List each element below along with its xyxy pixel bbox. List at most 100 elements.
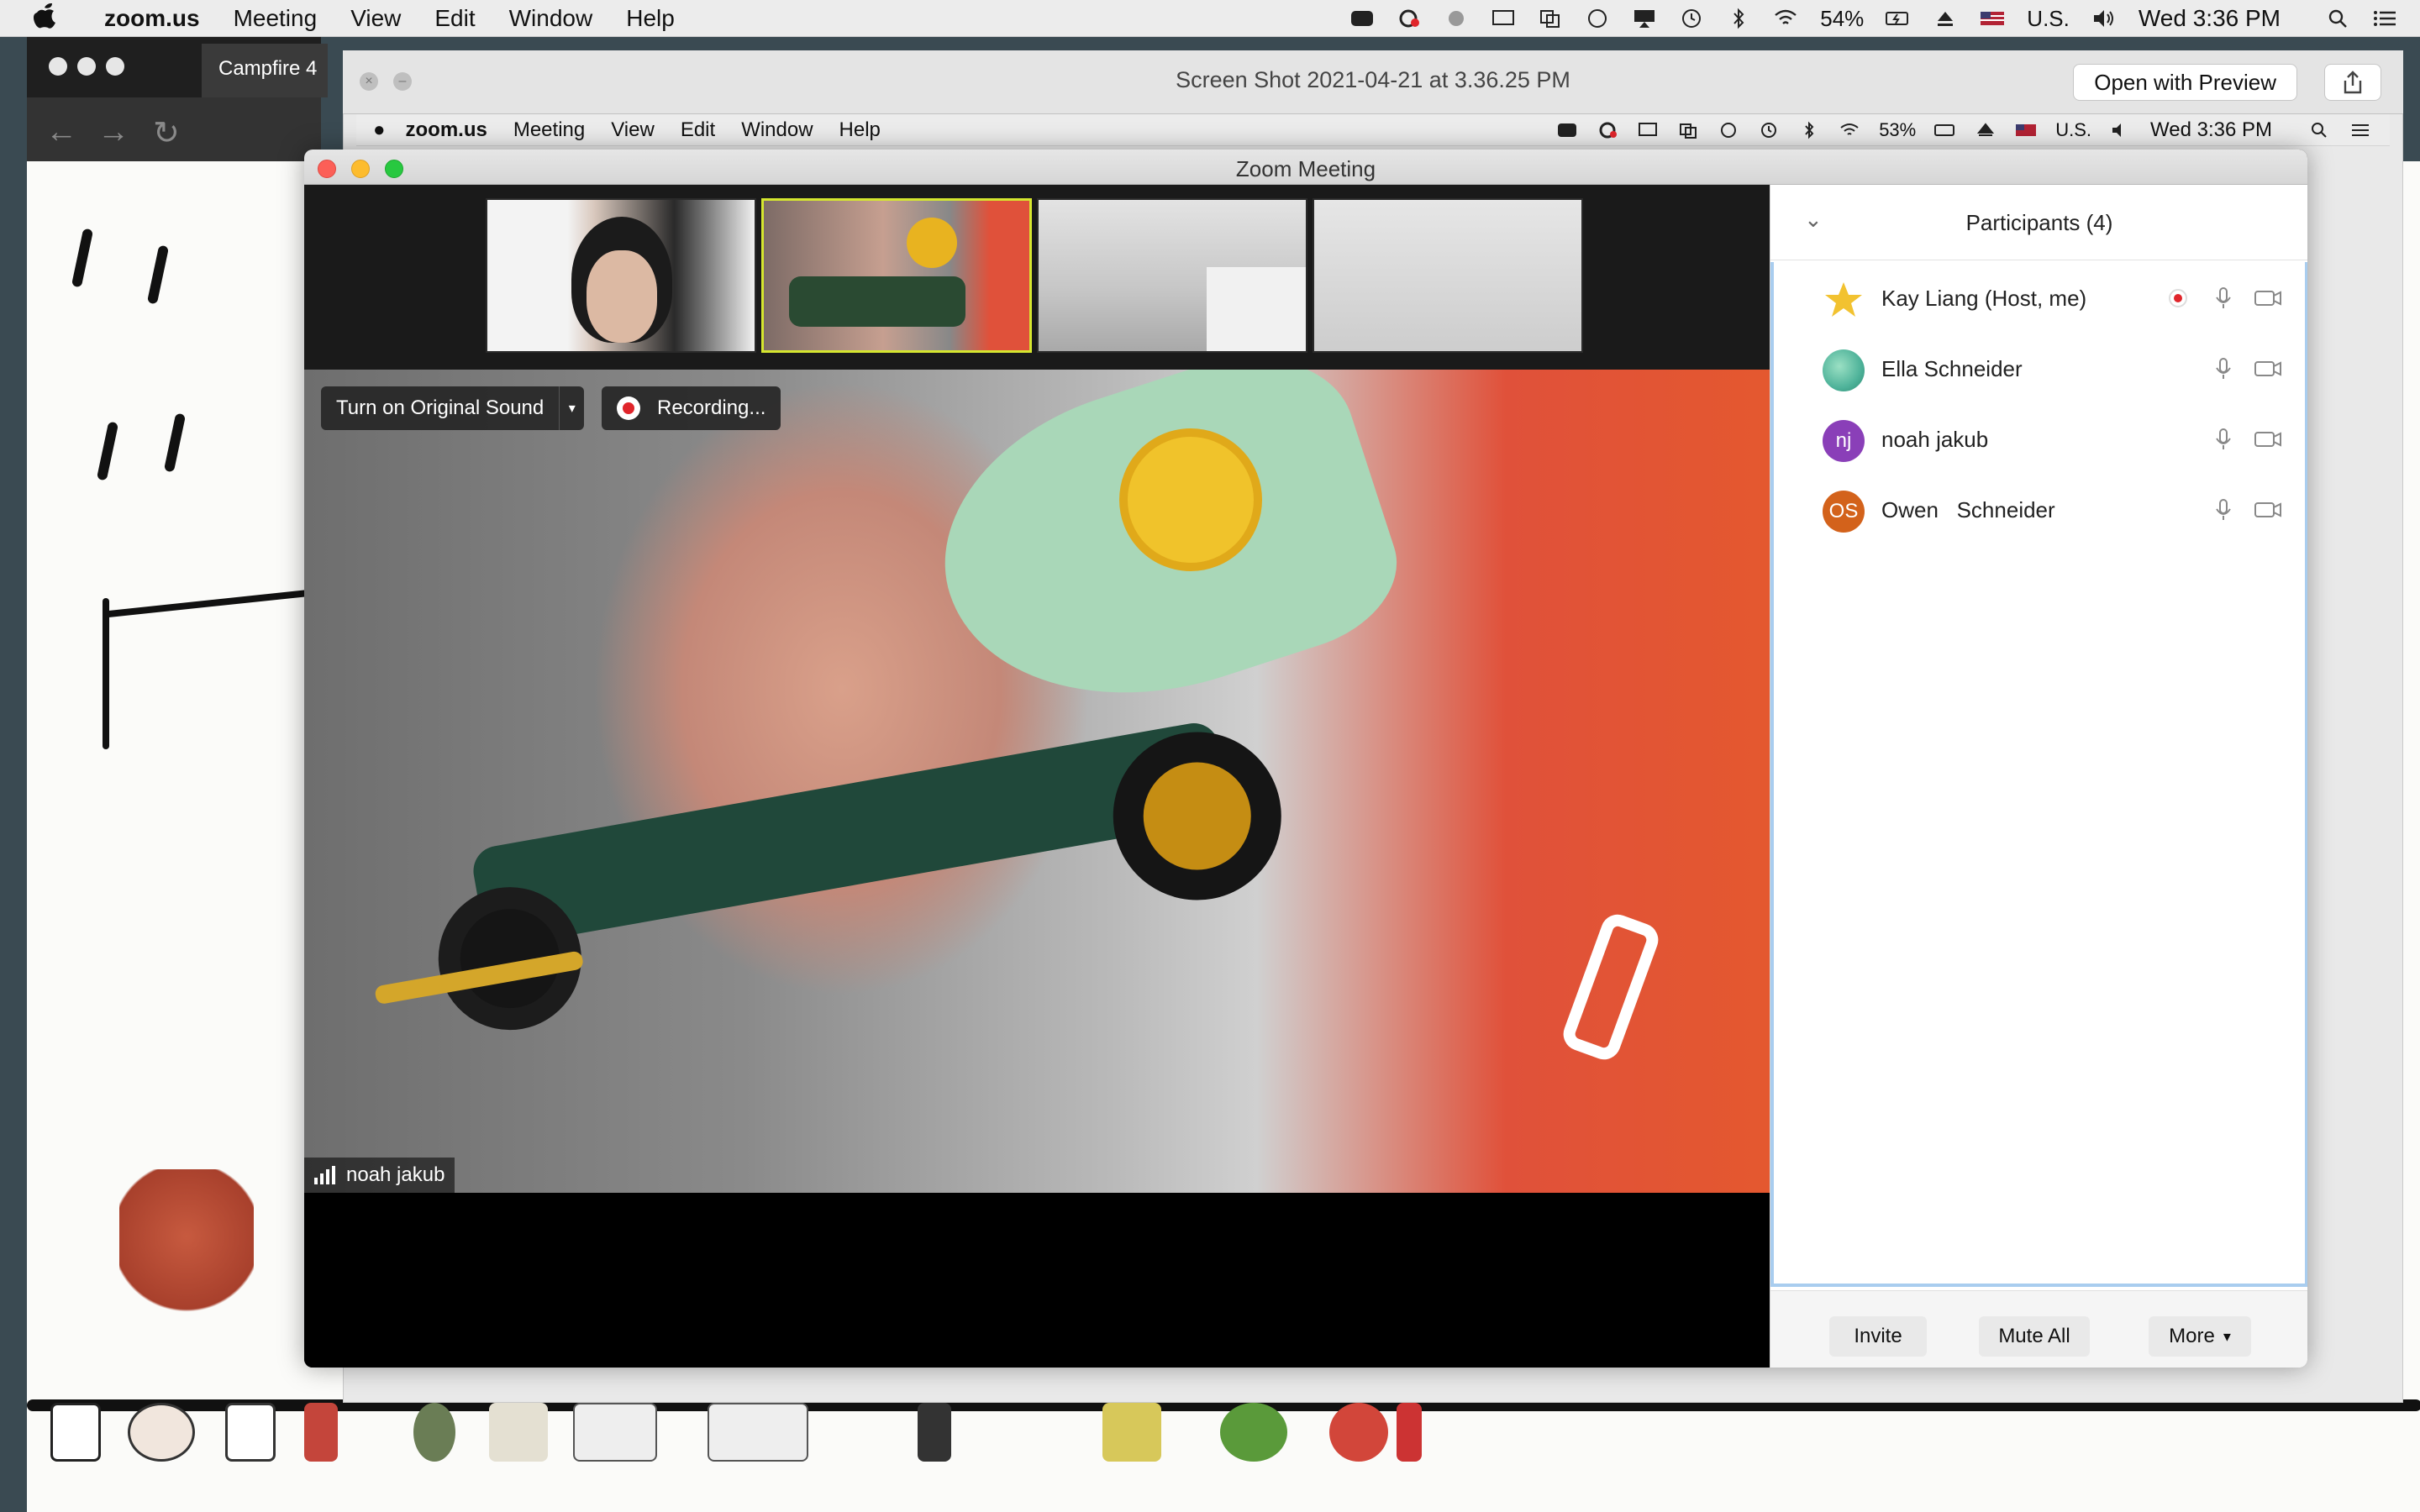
spotlight-search-icon[interactable]	[2326, 8, 2351, 29]
participant-name: Ella Schneider	[1881, 356, 2023, 381]
time-machine-icon[interactable]	[1679, 8, 1704, 29]
time-machine-icon[interactable]	[1758, 121, 1780, 139]
video-camera-icon[interactable]	[2253, 427, 2283, 452]
microphone-icon[interactable]	[2211, 286, 2236, 311]
mute-all-button[interactable]: Mute All	[1979, 1316, 2090, 1357]
airplay-icon[interactable]	[1632, 8, 1657, 29]
us-flag-icon[interactable]	[2015, 121, 2037, 139]
tool-sticker[interactable]	[918, 1403, 951, 1462]
volume-icon[interactable]	[2091, 8, 2117, 29]
reload-icon[interactable]: ↻	[153, 114, 180, 152]
inner-menu-meeting[interactable]: Meeting	[513, 118, 585, 142]
chevron-down-icon[interactable]: ▾	[559, 386, 584, 430]
microphone-icon[interactable]	[2211, 427, 2236, 452]
video-thumbnail[interactable]	[1313, 198, 1583, 353]
grammarly-icon[interactable]	[1444, 8, 1469, 29]
more-button[interactable]: More ▾	[2149, 1316, 2251, 1357]
participant-name: Kay Liang (Host, me)	[1881, 286, 2087, 311]
main-video-feed[interactable]	[304, 370, 1770, 1193]
note-sticker[interactable]	[573, 1403, 657, 1462]
inner-menubar: ● zoom.us Meeting View Edit Window Help …	[356, 114, 2390, 146]
wifi-icon[interactable]	[1839, 121, 1860, 139]
open-with-preview-button[interactable]: Open with Preview	[2073, 64, 2297, 101]
microphone-icon[interactable]	[2211, 356, 2236, 381]
board-sticker[interactable]	[1102, 1403, 1161, 1462]
do-not-disturb-icon[interactable]	[1585, 8, 1610, 29]
bluetooth-icon[interactable]	[1726, 8, 1751, 29]
browser-tab[interactable]: Campfire 4	[202, 44, 328, 97]
input-source-label[interactable]: U.S.	[2027, 6, 2070, 32]
participant-row[interactable]: OS Owen Schneider	[1774, 474, 2305, 544]
apple-menu-icon[interactable]	[32, 1, 66, 36]
battery-icon[interactable]	[1934, 121, 1956, 139]
video-thumbnail[interactable]	[486, 198, 756, 353]
recording-indicator-button[interactable]: Recording...	[602, 386, 781, 430]
creative-cloud-icon[interactable]	[1597, 121, 1618, 139]
menu-window[interactable]: Window	[509, 5, 593, 32]
menu-meeting[interactable]: Meeting	[234, 5, 318, 32]
zoom-status-icon[interactable]	[1349, 8, 1375, 29]
display-icon[interactable]	[1637, 121, 1659, 139]
note-sticker[interactable]	[708, 1403, 808, 1462]
window-icon[interactable]	[1538, 8, 1563, 29]
inner-clock[interactable]: Wed 3:36 PM	[2150, 118, 2272, 142]
participant-row[interactable]: nj noah jakub	[1774, 403, 2305, 474]
participants-panel: ⌄ Participants (4) Kay Liang (Host, me) …	[1770, 185, 2307, 1368]
microphone-icon[interactable]	[2211, 497, 2236, 522]
eject-icon[interactable]	[1975, 121, 1996, 139]
volume-icon[interactable]	[2110, 121, 2132, 139]
menu-app-name[interactable]: zoom.us	[104, 5, 200, 32]
minimize-window-button[interactable]	[77, 57, 96, 76]
video-camera-icon[interactable]	[2253, 286, 2283, 311]
ball-sticker[interactable]	[1329, 1403, 1388, 1462]
inner-menu-window[interactable]: Window	[741, 118, 813, 142]
turtle-sticker[interactable]	[1220, 1403, 1287, 1462]
menu-view[interactable]: View	[350, 5, 401, 32]
input-source-label[interactable]: U.S.	[2055, 119, 2091, 141]
notification-center-icon[interactable]	[2373, 8, 2398, 29]
share-button[interactable]	[2324, 64, 2381, 101]
display-icon[interactable]	[1491, 8, 1516, 29]
faces-sticker[interactable]	[128, 1403, 195, 1462]
window-icon[interactable]	[1677, 121, 1699, 139]
menu-help[interactable]: Help	[626, 5, 675, 32]
zoom-window-button[interactable]	[106, 57, 124, 76]
participant-row[interactable]: Kay Liang (Host, me)	[1774, 262, 2305, 333]
close-window-button[interactable]	[49, 57, 67, 76]
eject-icon[interactable]	[1933, 8, 1958, 29]
video-camera-icon[interactable]	[2253, 497, 2283, 522]
invite-button[interactable]: Invite	[1829, 1316, 1927, 1357]
raccoon-sticker[interactable]	[119, 1169, 254, 1337]
avatar: nj	[1823, 420, 1865, 462]
participant-row[interactable]: Ella Schneider	[1774, 333, 2305, 403]
inner-menu-view[interactable]: View	[611, 118, 655, 142]
menubar-clock[interactable]: Wed 3:36 PM	[2139, 5, 2281, 32]
back-arrow-icon[interactable]: ←	[45, 114, 77, 150]
forward-arrow-icon[interactable]: →	[97, 114, 129, 150]
inner-search-icon[interactable]	[2309, 121, 2331, 139]
inner-menu-edit[interactable]: Edit	[681, 118, 715, 142]
us-flag-icon[interactable]	[1980, 8, 2005, 29]
figure-sticker[interactable]	[225, 1403, 276, 1462]
dice-sticker[interactable]	[50, 1403, 101, 1462]
inner-menu-app[interactable]: zoom.us	[406, 118, 487, 142]
bottle-sticker[interactable]	[304, 1403, 338, 1462]
apple-menu-icon[interactable]: ●	[373, 118, 386, 142]
bluetooth-icon[interactable]	[1798, 121, 1820, 139]
video-camera-icon[interactable]	[2253, 356, 2283, 381]
inner-list-icon[interactable]	[2349, 121, 2371, 139]
video-thumbnail[interactable]	[1037, 198, 1307, 353]
more-label: More	[2169, 1325, 2215, 1347]
can-sticker[interactable]	[1397, 1403, 1422, 1462]
original-sound-button[interactable]: Turn on Original Sound ▾	[321, 386, 585, 430]
card-sticker[interactable]	[489, 1403, 548, 1462]
video-thumbnail-active[interactable]	[761, 198, 1032, 353]
creative-cloud-icon[interactable]	[1397, 8, 1422, 29]
zoom-status-icon[interactable]	[1556, 121, 1578, 139]
globe-sticker[interactable]	[413, 1403, 455, 1462]
battery-icon[interactable]	[1886, 8, 1911, 29]
do-not-disturb-icon[interactable]	[1718, 121, 1739, 139]
menu-edit[interactable]: Edit	[434, 5, 475, 32]
inner-menu-help[interactable]: Help	[839, 118, 881, 142]
wifi-icon[interactable]	[1773, 8, 1798, 29]
